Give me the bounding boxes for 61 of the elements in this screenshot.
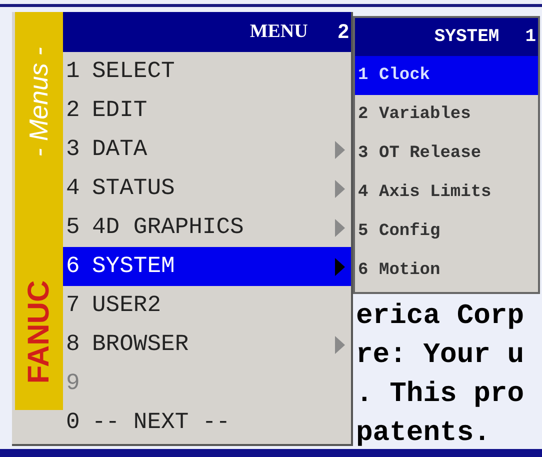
menu-item-number: 1: [66, 57, 81, 86]
menu-item-label: USER2: [92, 291, 162, 320]
menu-page-number: 2: [338, 20, 349, 45]
menu-item[interactable]: 6 SYSTEM: [63, 247, 351, 286]
document-text-line: patents.: [356, 417, 492, 451]
menu-item[interactable]: 0 -- NEXT --: [63, 403, 351, 442]
document-text-line: re: Your u: [356, 339, 526, 373]
submenu-arrow-icon: [335, 140, 345, 158]
submenu-item-number: 1: [358, 64, 370, 87]
menu-item[interactable]: 4 STATUS: [63, 169, 351, 208]
menu-item-label: EDIT: [92, 96, 148, 126]
menu-item-label: 4D GRAPHICS: [92, 213, 245, 242]
menu-item[interactable]: 3 DATA: [63, 130, 351, 169]
submenu-arrow-icon: [335, 336, 345, 354]
submenu-item-label: Axis Limits: [379, 182, 492, 204]
menu-item-number: 2: [66, 96, 81, 126]
submenu-arrow-icon: [335, 218, 345, 236]
submenu-item[interactable]: 3 OT Release: [355, 134, 538, 173]
menu-item[interactable]: 2 EDIT: [63, 91, 351, 130]
submenu-item[interactable]: 2 Variables: [355, 95, 538, 134]
submenu-item-label: Variables: [379, 104, 471, 126]
menu-item-number: 3: [66, 135, 81, 164]
submenu-item[interactable]: 1 Clock: [355, 56, 538, 95]
submenu-item-number: 3: [358, 142, 370, 165]
menu-item-label: STATUS: [92, 174, 176, 204]
menu-item-number: 4: [66, 174, 81, 204]
submenu-item-label: Config: [379, 220, 440, 243]
submenu-item-label: OT Release: [379, 142, 482, 165]
submenu-item-label: Motion: [379, 260, 440, 282]
menu-item[interactable]: 8 BROWSER: [63, 325, 351, 364]
menu-item-label: DATA: [92, 135, 148, 164]
submenu-item-number: 4: [358, 182, 370, 204]
menu-item-number: 6: [66, 252, 81, 282]
submenu-item[interactable]: 4 Axis Limits: [355, 173, 538, 212]
submenu-item-label: Clock: [379, 64, 430, 87]
menu-item[interactable]: 7 USER2: [63, 286, 351, 325]
submenu-page-number: 1: [525, 26, 536, 48]
submenu-title: SYSTEM: [434, 26, 500, 48]
menu-item-number: 9: [66, 369, 81, 398]
menu-item-label: -- NEXT --: [92, 408, 232, 438]
menus-title: - Menus -: [22, 47, 54, 157]
menu-item-label: SELECT: [92, 57, 176, 86]
submenu-item-number: 5: [358, 220, 370, 243]
menu-item-number: 5: [66, 213, 81, 242]
menu-item[interactable]: 1 SELECT: [63, 52, 351, 91]
menu-item-label: BROWSER: [92, 330, 190, 360]
menu-item-label: SYSTEM: [92, 252, 176, 282]
submenu-arrow-icon: [335, 258, 345, 276]
menu-item-number: 0: [66, 408, 81, 438]
submenu-item-number: 6: [358, 260, 370, 282]
menu-item[interactable]: 5 4D GRAPHICS: [63, 208, 351, 247]
menu-title: MENU: [250, 20, 308, 44]
brand-logo-text: FANUC: [22, 280, 56, 384]
menu-item-number: 7: [66, 291, 81, 320]
submenu-item-number: 2: [358, 104, 370, 126]
document-text-line: erica Corp: [356, 300, 526, 334]
menu-item-number: 8: [66, 330, 81, 360]
submenu-arrow-icon: [335, 180, 345, 198]
submenu-item[interactable]: 6 Motion: [355, 251, 538, 290]
document-text-line: . This pro: [356, 378, 526, 412]
submenu-item[interactable]: 5 Config: [355, 212, 538, 251]
